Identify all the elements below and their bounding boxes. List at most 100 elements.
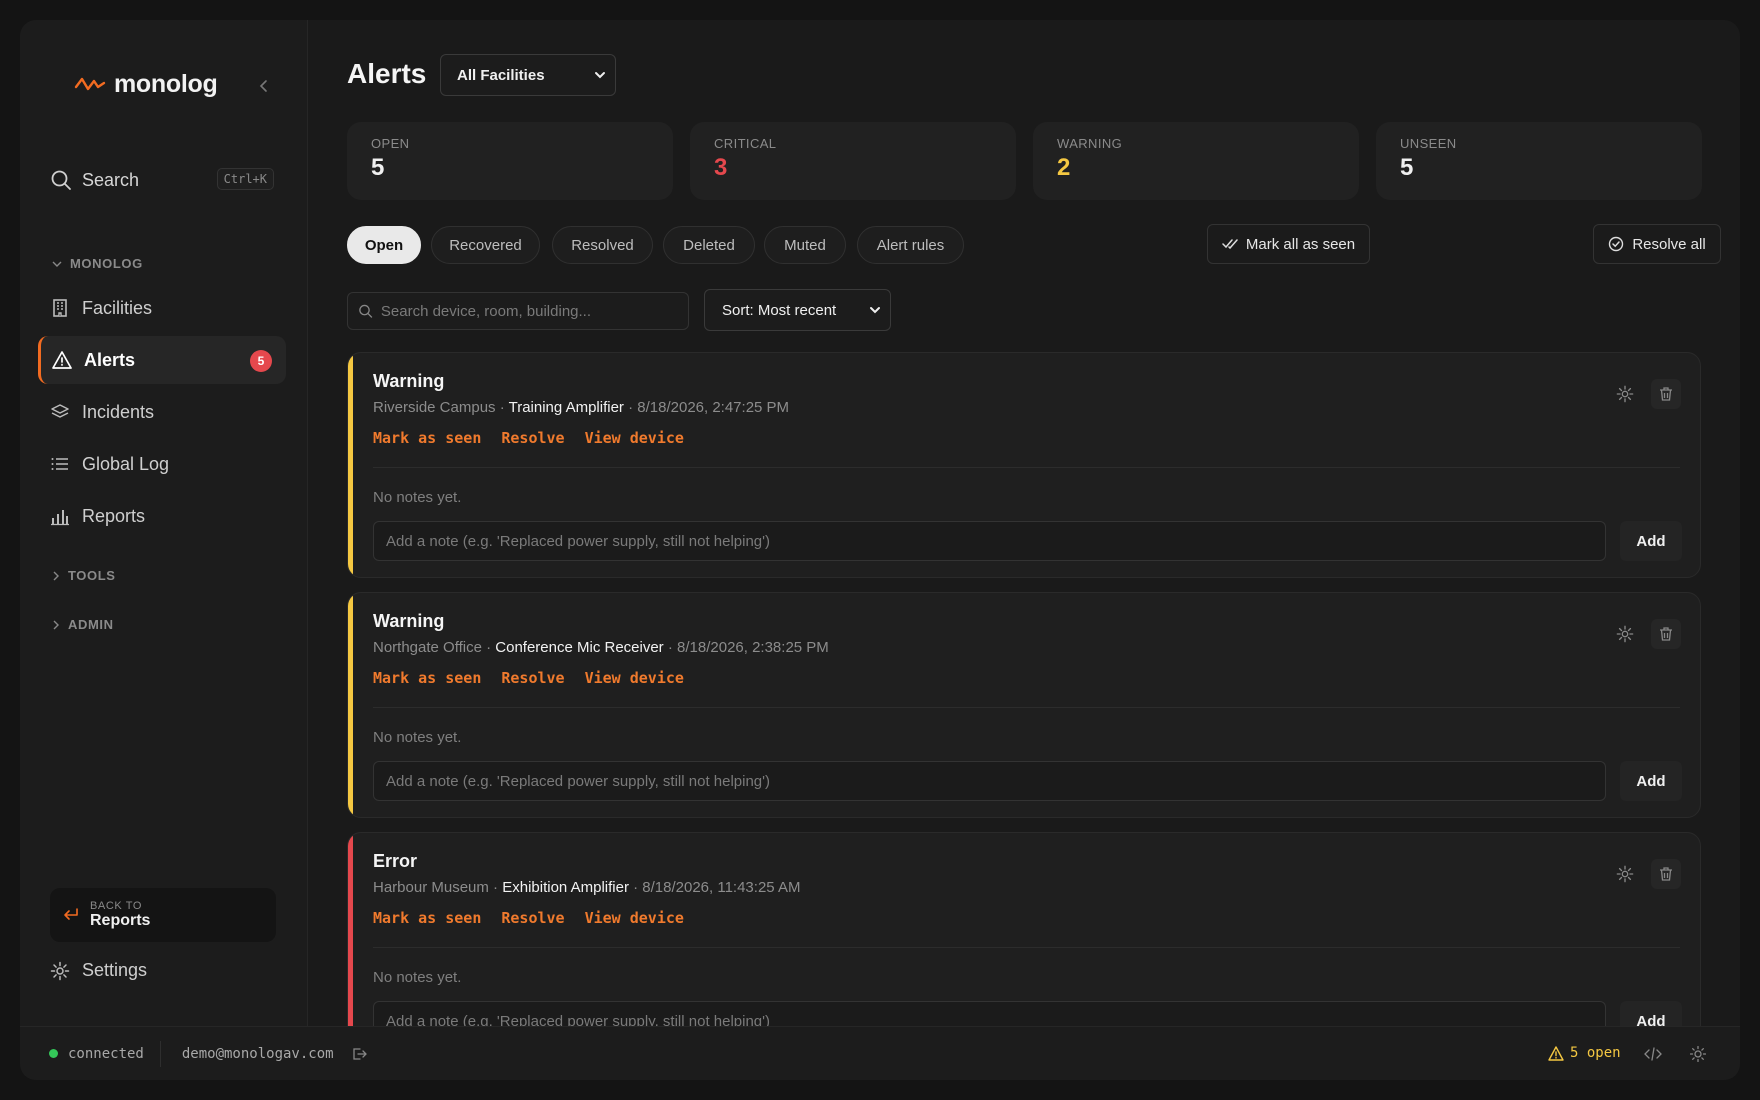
alerts-count-badge: 5 bbox=[250, 350, 272, 372]
back-to-reports-button[interactable]: BACK TO Reports bbox=[50, 888, 276, 942]
back-to-caption: BACK TO bbox=[90, 900, 143, 912]
mark-as-seen-link[interactable]: Mark as seen bbox=[373, 669, 481, 687]
sidebar-item-label: Alerts bbox=[84, 349, 136, 370]
add-note-button[interactable]: Add bbox=[1620, 761, 1682, 801]
code-icon[interactable] bbox=[1644, 1047, 1662, 1061]
note-field[interactable] bbox=[386, 532, 1605, 550]
connection-indicator bbox=[49, 1049, 58, 1058]
open-alerts-indicator[interactable]: 5 open bbox=[1548, 1045, 1621, 1061]
stat-open: OPEN 5 bbox=[347, 122, 673, 200]
note-input[interactable] bbox=[373, 1001, 1606, 1026]
logo-text: monolog bbox=[114, 70, 218, 98]
severity-stripe bbox=[348, 353, 353, 577]
tab-open[interactable]: Open bbox=[347, 226, 421, 264]
sidebar-item-label: Facilities bbox=[82, 297, 153, 318]
resolve-link[interactable]: Resolve bbox=[501, 669, 564, 687]
alert-time: · 8/18/2026, 2:47:25 PM bbox=[623, 399, 790, 416]
card-divider bbox=[373, 707, 1680, 708]
logout-icon[interactable] bbox=[351, 1046, 367, 1062]
resolve-link[interactable]: Resolve bbox=[501, 909, 564, 927]
collapse-sidebar-button[interactable] bbox=[252, 74, 276, 98]
bar-chart-icon bbox=[51, 510, 69, 526]
tab-resolved[interactable]: Resolved bbox=[552, 226, 653, 264]
chevron-right-icon bbox=[53, 620, 59, 629]
chevron-down-icon bbox=[52, 261, 62, 267]
back-to-target: Reports bbox=[90, 912, 151, 929]
stat-label: CRITICAL bbox=[714, 136, 777, 151]
alert-time: · 8/18/2026, 11:43:25 AM bbox=[628, 879, 801, 896]
stat-label: WARNING bbox=[1057, 136, 1123, 151]
no-notes-text: No notes yet. bbox=[373, 969, 462, 986]
severity-stripe bbox=[348, 593, 353, 817]
alert-actions: Mark as seen Resolve View device bbox=[373, 429, 684, 447]
sidebar-item-incidents[interactable]: Incidents bbox=[38, 388, 286, 436]
alert-actions: Mark as seen Resolve View device bbox=[373, 909, 684, 927]
alert-delete-button[interactable] bbox=[1651, 619, 1681, 649]
alert-delete-button[interactable] bbox=[1651, 379, 1681, 409]
warning-icon bbox=[1548, 1045, 1564, 1061]
stat-value: 5 bbox=[371, 154, 385, 181]
alert-settings-button[interactable] bbox=[1610, 619, 1640, 649]
resolve-all-button[interactable]: Resolve all bbox=[1593, 224, 1721, 264]
mark-all-seen-button[interactable]: Mark all as seen bbox=[1207, 224, 1370, 264]
view-device-link[interactable]: View device bbox=[585, 909, 684, 927]
add-note-button[interactable]: Add bbox=[1620, 521, 1682, 561]
sidebar-search[interactable]: Search Ctrl+K bbox=[50, 162, 274, 198]
mark-as-seen-link[interactable]: Mark as seen bbox=[373, 429, 481, 447]
sort-select[interactable]: Sort: Most recent bbox=[704, 289, 891, 331]
section-monolog[interactable]: MONOLOG bbox=[52, 256, 143, 271]
chevron-down-icon bbox=[595, 72, 605, 79]
tab-alert-rules[interactable]: Alert rules bbox=[857, 226, 964, 264]
tab-deleted[interactable]: Deleted bbox=[663, 226, 755, 264]
section-tools-label: TOOLS bbox=[68, 568, 116, 583]
stat-value: 5 bbox=[1400, 154, 1414, 181]
sidebar-item-label: Reports bbox=[82, 505, 146, 526]
resolve-all-label: Resolve all bbox=[1632, 235, 1706, 253]
gear-icon bbox=[1616, 385, 1634, 403]
alert-search-field[interactable] bbox=[380, 302, 688, 320]
open-alerts-count: 5 open bbox=[1570, 1045, 1621, 1061]
note-input[interactable] bbox=[373, 761, 1606, 801]
no-notes-text: No notes yet. bbox=[373, 489, 462, 506]
stat-label: OPEN bbox=[371, 136, 410, 151]
alert-search-input[interactable] bbox=[347, 292, 689, 330]
main-content: Alerts All Facilities OPEN 5 CRITICAL 3 … bbox=[308, 20, 1740, 1026]
settings-label: Settings bbox=[82, 960, 148, 980]
alert-severity: Warning bbox=[373, 371, 445, 391]
section-admin[interactable]: ADMIN bbox=[52, 617, 114, 632]
alert-delete-button[interactable] bbox=[1651, 859, 1681, 889]
section-tools[interactable]: TOOLS bbox=[52, 568, 116, 583]
tab-recovered[interactable]: Recovered bbox=[431, 226, 540, 264]
alert-meta: Harbour Museum · Exhibition Amplifier · … bbox=[373, 879, 800, 896]
sun-icon[interactable] bbox=[1690, 1046, 1706, 1062]
sidebar-item-facilities[interactable]: Facilities bbox=[38, 284, 286, 332]
stat-unseen: UNSEEN 5 bbox=[1376, 122, 1702, 200]
note-field[interactable] bbox=[386, 772, 1605, 790]
sidebar-item-reports[interactable]: Reports bbox=[38, 492, 286, 540]
settings-button[interactable]: Settings bbox=[50, 960, 147, 981]
stat-critical: CRITICAL 3 bbox=[690, 122, 1016, 200]
user-email: demo@monologav.com bbox=[181, 1045, 334, 1062]
facility-select[interactable]: All Facilities bbox=[440, 54, 616, 96]
tab-muted[interactable]: Muted bbox=[764, 226, 846, 264]
alert-settings-button[interactable] bbox=[1610, 859, 1640, 889]
sidebar-item-global-log[interactable]: Global Log bbox=[38, 440, 286, 488]
note-field[interactable] bbox=[386, 1012, 1605, 1026]
view-device-link[interactable]: View device bbox=[585, 429, 684, 447]
sort-select-value: Sort: Most recent bbox=[722, 301, 837, 319]
mark-as-seen-link[interactable]: Mark as seen bbox=[373, 909, 481, 927]
alert-time: · 8/18/2026, 2:38:25 PM bbox=[663, 639, 829, 656]
check-circle-icon bbox=[1609, 236, 1624, 252]
view-device-link[interactable]: View device bbox=[585, 669, 684, 687]
add-note-button[interactable]: Add bbox=[1620, 1001, 1682, 1026]
alert-settings-button[interactable] bbox=[1610, 379, 1640, 409]
note-input[interactable] bbox=[373, 521, 1606, 561]
resolve-link[interactable]: Resolve bbox=[501, 429, 564, 447]
chevron-right-icon bbox=[53, 571, 59, 580]
alert-location: Riverside Campus · bbox=[373, 399, 509, 416]
warning-icon bbox=[52, 351, 72, 369]
sidebar-item-alerts[interactable]: Alerts 5 bbox=[38, 336, 286, 384]
alert-severity: Error bbox=[373, 851, 418, 871]
search-icon bbox=[359, 304, 373, 318]
alert-actions: Mark as seen Resolve View device bbox=[373, 669, 684, 687]
